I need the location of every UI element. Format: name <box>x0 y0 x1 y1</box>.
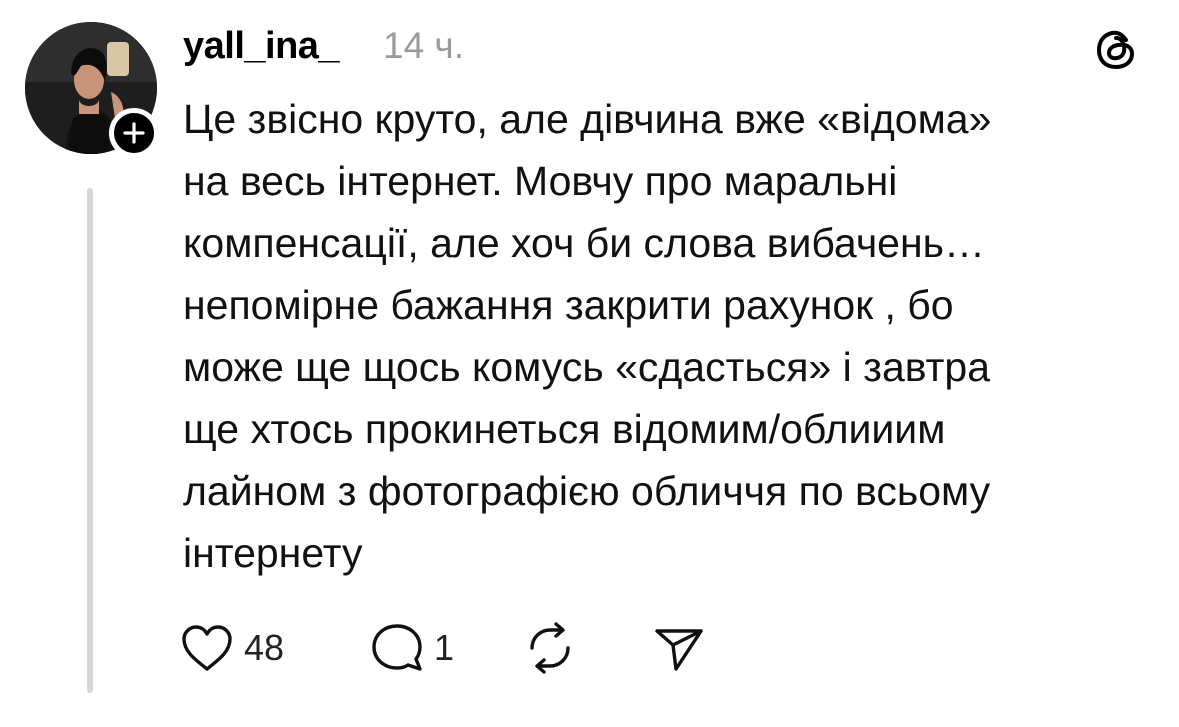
post-text-line: Це звісно круто, але дівчина вже «відома… <box>183 96 992 142</box>
threads-post: yall_ina_ 14 ч. Це звісно круто, але дів… <box>0 0 1179 727</box>
post-text-line: компенсації, але хоч би слова вибачень… <box>183 220 985 266</box>
repost-button[interactable] <box>522 616 578 680</box>
threads-logo-icon[interactable] <box>1092 26 1140 74</box>
comment-icon <box>372 624 422 671</box>
reply-count: 1 <box>434 627 455 668</box>
reply-button[interactable]: 1 <box>370 616 454 680</box>
heart-icon <box>182 625 232 671</box>
follow-button[interactable] <box>109 108 159 158</box>
post-text-line: на весь інтернет. Мовчу про маральні <box>183 158 898 204</box>
post-text-line: може ще щось комусь «сдасться» і завтра <box>183 344 991 390</box>
avatar-container[interactable] <box>25 22 159 162</box>
post-body: Це звісно круто, але дівчина вже «відома… <box>183 88 1143 584</box>
share-button[interactable] <box>652 616 706 680</box>
post-text-line: лайном з фотографією обличчя по всьому <box>183 468 991 514</box>
like-button[interactable]: 48 <box>180 616 284 680</box>
plus-icon <box>123 122 145 144</box>
like-count: 48 <box>244 627 285 668</box>
username-link[interactable]: yall_ina_ <box>183 22 340 70</box>
repost-icon <box>530 622 570 674</box>
thread-line <box>87 188 93 693</box>
post-timestamp: 14 ч. <box>383 25 464 66</box>
post-text-line: інтернету <box>183 530 363 576</box>
post-text-line: ще хтось прокинеться відомим/облииим <box>183 406 946 452</box>
post-text-line: непомірне бажання закрити рахунок , бо <box>183 282 954 328</box>
share-icon <box>655 629 703 671</box>
